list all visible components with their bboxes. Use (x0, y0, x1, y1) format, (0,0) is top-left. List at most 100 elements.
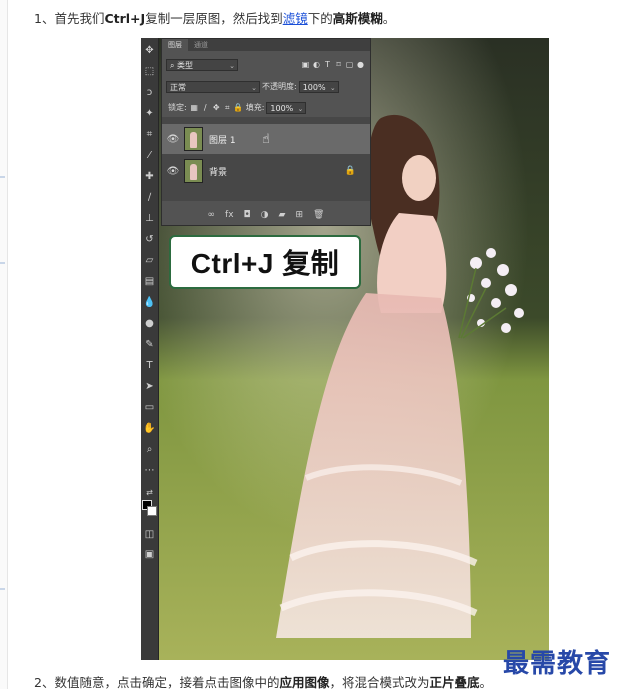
lock-label: 锁定: (168, 103, 187, 112)
layers-panel: 图层 通道 ⌕ 类型 ⌄ ▣ ◐ T ⌑ ▢ ● 正常 ⌄ 不透明度: 100% (161, 38, 371, 226)
lock-image-icon[interactable]: ∕ (200, 103, 211, 112)
pen-tool-icon[interactable]: ✎ (143, 338, 156, 351)
background-color-swatch[interactable] (147, 506, 157, 516)
step-1-end: 。 (382, 11, 396, 26)
photoshop-screenshot: ✥ ⬚ ↄ ✦ ⌗ ⁄ ✚ ∕ ⊥ ↺ ▱ ▤ 💧 ● ✎ T ➤ ▭ ✋ ⌕ … (141, 38, 549, 660)
margin-marker (0, 176, 5, 178)
lock-artboard-icon[interactable]: ⌗ (222, 103, 233, 113)
fill-value: 100% (270, 103, 294, 113)
history-brush-tool-icon[interactable]: ↺ (143, 233, 156, 246)
smart-object-filter-icon[interactable]: ▢ (344, 60, 355, 69)
lock-transparent-icon[interactable]: ▦ (189, 103, 200, 112)
layer-thumbnail (184, 127, 203, 151)
shape-filter-icon[interactable]: ⌑ (333, 60, 344, 69)
add-mask-icon[interactable]: ◘ (244, 210, 251, 220)
step-1-text: 1、首先我们Ctrl+J复制一层原图，然后找到滤镜下的高斯模糊。 (34, 8, 395, 27)
search-icon: ⌕ (170, 60, 175, 70)
step-2-apply-image: 应用图像 (279, 675, 330, 690)
dodge-tool-icon[interactable]: ● (143, 317, 156, 330)
layer-thumbnail (184, 159, 203, 183)
screen-mode-icon[interactable]: ▣ (143, 548, 156, 561)
layer-name: 背景 (209, 167, 228, 178)
layer-row-background[interactable]: 👁 背景 🔒 (162, 156, 370, 186)
new-layer-icon[interactable]: ⊞ (295, 210, 303, 220)
left-margin (0, 0, 8, 689)
blur-tool-icon[interactable]: 💧 (143, 296, 156, 309)
pixel-filter-icon[interactable]: ▣ (300, 60, 311, 69)
chevron-down-icon: ⌄ (297, 104, 304, 113)
chevron-down-icon: ⌄ (329, 83, 336, 92)
path-selection-tool-icon[interactable]: ➤ (143, 380, 156, 393)
chevron-down-icon: ⌄ (251, 83, 257, 92)
blend-mode-select[interactable]: 正常 ⌄ (166, 80, 260, 93)
filter-toggle-icon[interactable]: ● (355, 60, 366, 69)
filter-link[interactable]: 滤镜 (283, 11, 308, 26)
margin-marker (0, 588, 5, 590)
gradient-tool-icon[interactable]: ▤ (143, 275, 156, 288)
step-2-middle: ，将混合模式改为 (329, 675, 430, 690)
healing-brush-tool-icon[interactable]: ✚ (143, 170, 156, 183)
step-2-end: 。 (479, 675, 493, 690)
fx-icon[interactable]: fx (225, 210, 234, 220)
move-tool-icon[interactable]: ✥ (143, 44, 156, 57)
opacity-label: 不透明度: (262, 82, 297, 91)
layer-row-layer-1[interactable]: 👁 图层 1 ☝ (162, 124, 370, 154)
brush-tool-icon[interactable]: ∕ (143, 191, 156, 204)
hand-cursor-icon: ☝ (262, 132, 270, 147)
fill-input[interactable]: 100% ⌄ (266, 101, 307, 114)
swap-colors-icon[interactable]: ⇄ (143, 486, 156, 499)
step-1-middle: 复制一层原图，然后找到 (145, 11, 283, 26)
hand-tool-icon[interactable]: ✋ (143, 422, 156, 435)
step-1-shortcut: Ctrl+J (104, 11, 146, 26)
type-filter-icon[interactable]: T (322, 60, 333, 69)
shortcut-callout: Ctrl+J 复制 (169, 235, 361, 289)
eyedropper-tool-icon[interactable]: ⁄ (143, 149, 156, 162)
layers-list: 👁 图层 1 ☝ 👁 背景 🔒 (162, 117, 370, 201)
step-1-middle-2: 下的 (307, 11, 333, 26)
marquee-tool-icon[interactable]: ⬚ (143, 65, 156, 78)
rectangle-tool-icon[interactable]: ▭ (143, 401, 156, 414)
step-2-multiply: 正片叠底 (429, 675, 480, 690)
watermark-logo: 最需教育 (503, 649, 612, 679)
lock-position-icon[interactable]: ✥ (211, 103, 222, 112)
delete-layer-icon[interactable]: 🗑 (313, 210, 324, 220)
filter-kind-select[interactable]: ⌕ 类型 ⌄ (166, 58, 238, 71)
margin-marker (0, 262, 5, 264)
lasso-tool-icon[interactable]: ↄ (143, 86, 156, 99)
panel-tabs: 图层 通道 (162, 39, 370, 51)
chevron-down-icon: ⌄ (229, 61, 235, 70)
lock-all-icon[interactable]: 🔒 (233, 103, 244, 112)
eraser-tool-icon[interactable]: ▱ (143, 254, 156, 267)
step-2-prefix: 2、数值随意，点击确定，接着点击图像中的 (34, 675, 280, 690)
blend-mode-value: 正常 (170, 82, 186, 92)
type-tool-icon[interactable]: T (143, 359, 156, 372)
magic-wand-tool-icon[interactable]: ✦ (143, 107, 156, 120)
visibility-eye-icon[interactable]: 👁 (162, 134, 184, 145)
layer-filter-row: ⌕ 类型 ⌄ ▣ ◐ T ⌑ ▢ ● (166, 57, 366, 72)
step-2-text: 2、数值随意，点击确定，接着点击图像中的应用图像，将混合模式改为正片叠底。 (34, 672, 492, 691)
crop-tool-icon[interactable]: ⌗ (143, 128, 156, 141)
lock-icon: 🔒 (344, 166, 356, 176)
zoom-tool-icon[interactable]: ⌕ (143, 443, 156, 456)
opacity-value: 100% (302, 82, 326, 92)
filter-kind-value: 类型 (177, 60, 194, 70)
visibility-eye-icon[interactable]: 👁 (162, 166, 184, 177)
lock-row: 锁定: ▦ ∕ ✥ ⌗ 🔒 填充: 100% ⌄ (166, 100, 366, 115)
step-1-prefix: 1、首先我们 (34, 11, 105, 26)
adjustment-layer-icon[interactable]: ◑ (261, 210, 269, 220)
blend-row: 正常 ⌄ 不透明度: 100% ⌄ (166, 79, 366, 94)
opacity-input[interactable]: 100% ⌄ (298, 80, 339, 93)
stamp-tool-icon[interactable]: ⊥ (143, 212, 156, 225)
layer-name: 图层 1 (209, 135, 236, 146)
quick-mask-icon[interactable]: ◫ (143, 528, 156, 541)
link-layers-icon[interactable]: ∞ (208, 210, 216, 220)
new-group-icon[interactable]: ▰ (279, 210, 286, 220)
step-1-gaussian-blur: 高斯模糊 (332, 11, 383, 26)
tools-toolbar: ✥ ⬚ ↄ ✦ ⌗ ⁄ ✚ ∕ ⊥ ↺ ▱ ▤ 💧 ● ✎ T ➤ ▭ ✋ ⌕ … (141, 38, 159, 660)
tab-layers[interactable]: 图层 (162, 39, 188, 51)
tab-channels[interactable]: 通道 (188, 39, 214, 51)
adjustment-filter-icon[interactable]: ◐ (311, 60, 322, 69)
more-tools-icon[interactable]: ⋯ (143, 464, 156, 477)
panel-bottom-bar: ∞ fx ◘ ◑ ▰ ⊞ 🗑 (162, 208, 370, 222)
fill-label: 填充: (245, 103, 265, 112)
